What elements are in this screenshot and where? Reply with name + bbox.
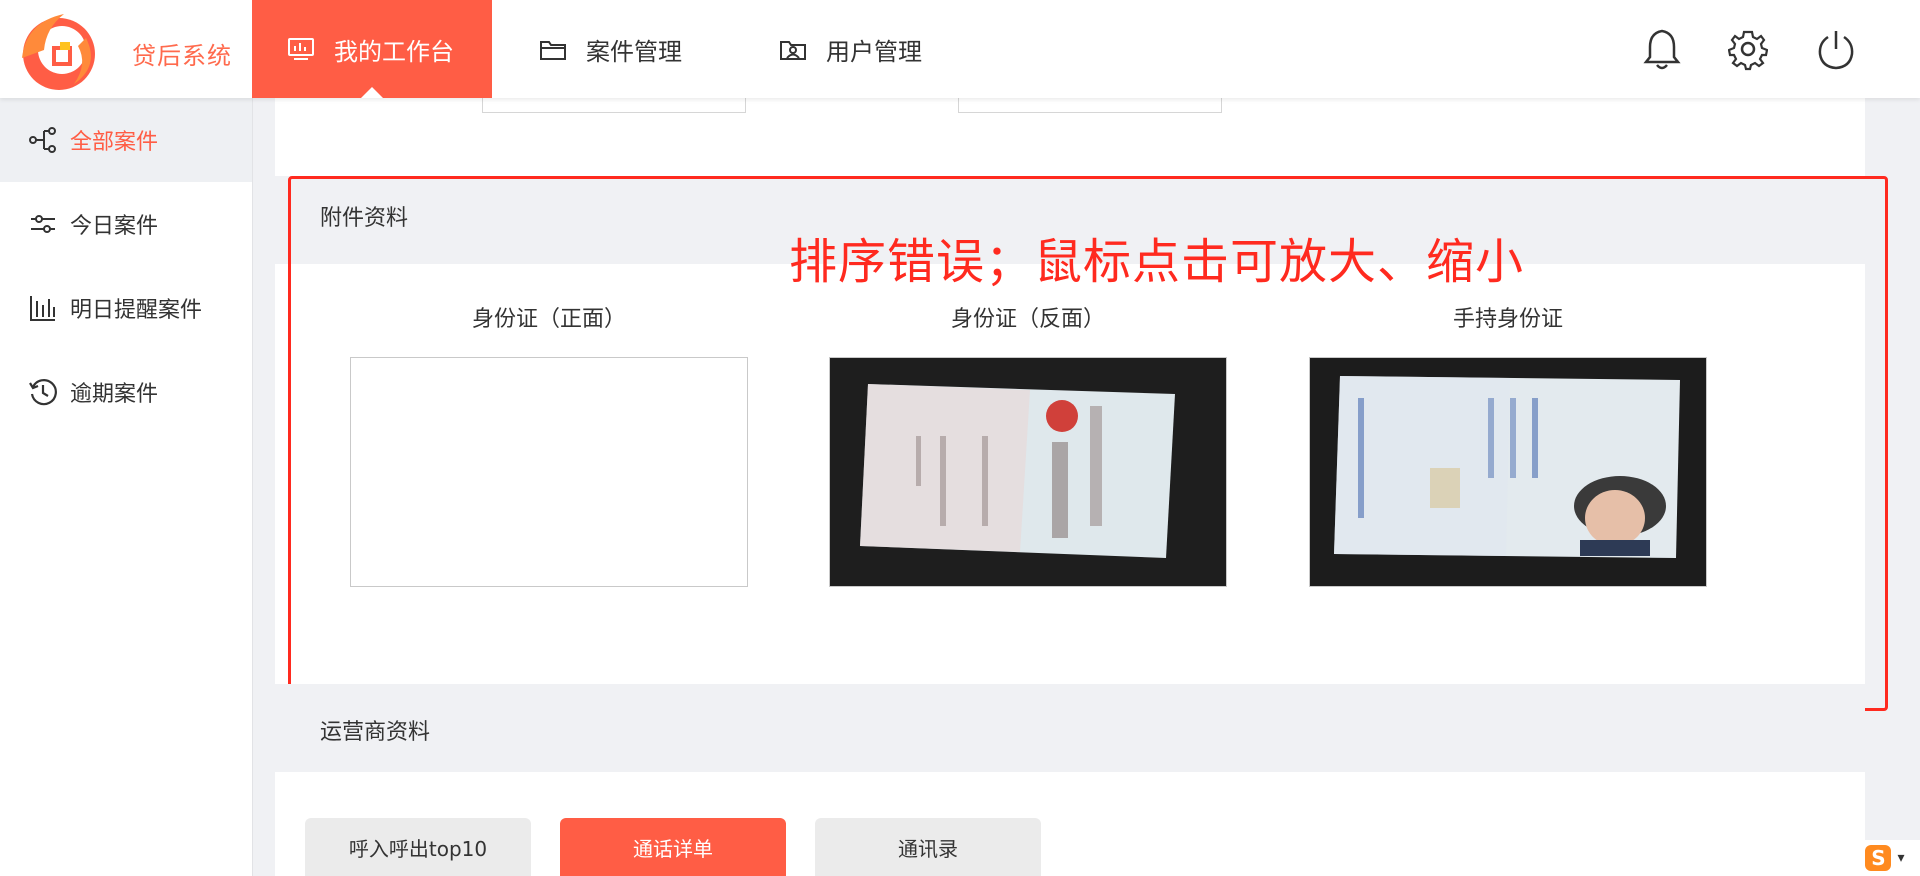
attachment-id-front: 身份证（正面） [350, 300, 748, 587]
clock-history-icon [29, 379, 57, 406]
top-navigation-bar: 贷后系统 我的工作台 案件管理 用户管理 [0, 0, 1920, 98]
section-title: 附件资料 [320, 206, 409, 231]
tab-my-workbench[interactable]: 我的工作台 [252, 0, 492, 98]
sidebar-item-label: 全部案件 [70, 130, 159, 155]
sidebar-item-overdue-cases[interactable]: 逾期案件 [0, 350, 252, 434]
attachment-id-back: 身份证（反面） [829, 300, 1227, 587]
tab-call-details[interactable]: 通话详单 [560, 818, 786, 876]
attachment-image-empty[interactable] [350, 357, 748, 587]
attachment-id-handheld: 手持身份证 [1309, 300, 1707, 587]
tab-label: 我的工作台 [334, 37, 454, 66]
brand-logo [22, 14, 95, 90]
attachment-label: 身份证（正面） [471, 307, 626, 332]
tab-user-management[interactable]: 用户管理 [778, 0, 922, 98]
power-icon[interactable] [1816, 27, 1856, 71]
input-method-badge[interactable]: S ▾ [1850, 840, 1920, 876]
user-card-icon [780, 41, 806, 60]
section-title: 运营商资料 [320, 720, 431, 745]
sidebar-item-label: 今日案件 [70, 214, 159, 239]
id-card-front-photo [1310, 358, 1706, 586]
dropdown-chevron-icon: ▾ [1897, 850, 1905, 866]
monitor-icon [288, 38, 314, 60]
sliders-icon [31, 215, 55, 233]
sidebar-item-all-cases[interactable]: 全部案件 [0, 98, 252, 182]
sidebar-item-label: 逾期案件 [70, 382, 159, 407]
bar-chart-icon [30, 296, 55, 321]
sidebar-item-today-cases[interactable]: 今日案件 [0, 182, 252, 266]
tree-icon [29, 127, 56, 153]
operator-section-header: 运营商资料 [275, 684, 1865, 772]
annotation-text: 排序错误；鼠标点击可放大、缩小 [789, 234, 1525, 290]
sogou-s-icon: S [1865, 845, 1892, 871]
tab-top10-calls[interactable]: 呼入呼出top10 [305, 818, 531, 876]
attachment-image[interactable] [829, 357, 1227, 587]
tab-label: 案件管理 [586, 37, 682, 66]
sidebar-item-label: 明日提醒案件 [70, 298, 203, 323]
folder-icon [540, 41, 566, 60]
attachment-label: 手持身份证 [1452, 307, 1563, 332]
id-card-back-photo [830, 358, 1226, 586]
gear-icon[interactable] [1728, 27, 1768, 71]
sidebar: 全部案件 今日案件 明日提醒案件 逾期案件 [0, 98, 253, 876]
brand-name: 贷后系统 [132, 42, 232, 70]
attachment-image[interactable] [1309, 357, 1707, 587]
tab-contacts[interactable]: 通讯录 [815, 818, 1041, 876]
bell-icon[interactable] [1642, 27, 1682, 71]
tab-case-management[interactable]: 案件管理 [538, 0, 682, 98]
tab-label: 用户管理 [826, 37, 922, 66]
sidebar-item-tomorrow-reminder[interactable]: 明日提醒案件 [0, 266, 252, 350]
attachment-label: 身份证（反面） [950, 307, 1105, 332]
